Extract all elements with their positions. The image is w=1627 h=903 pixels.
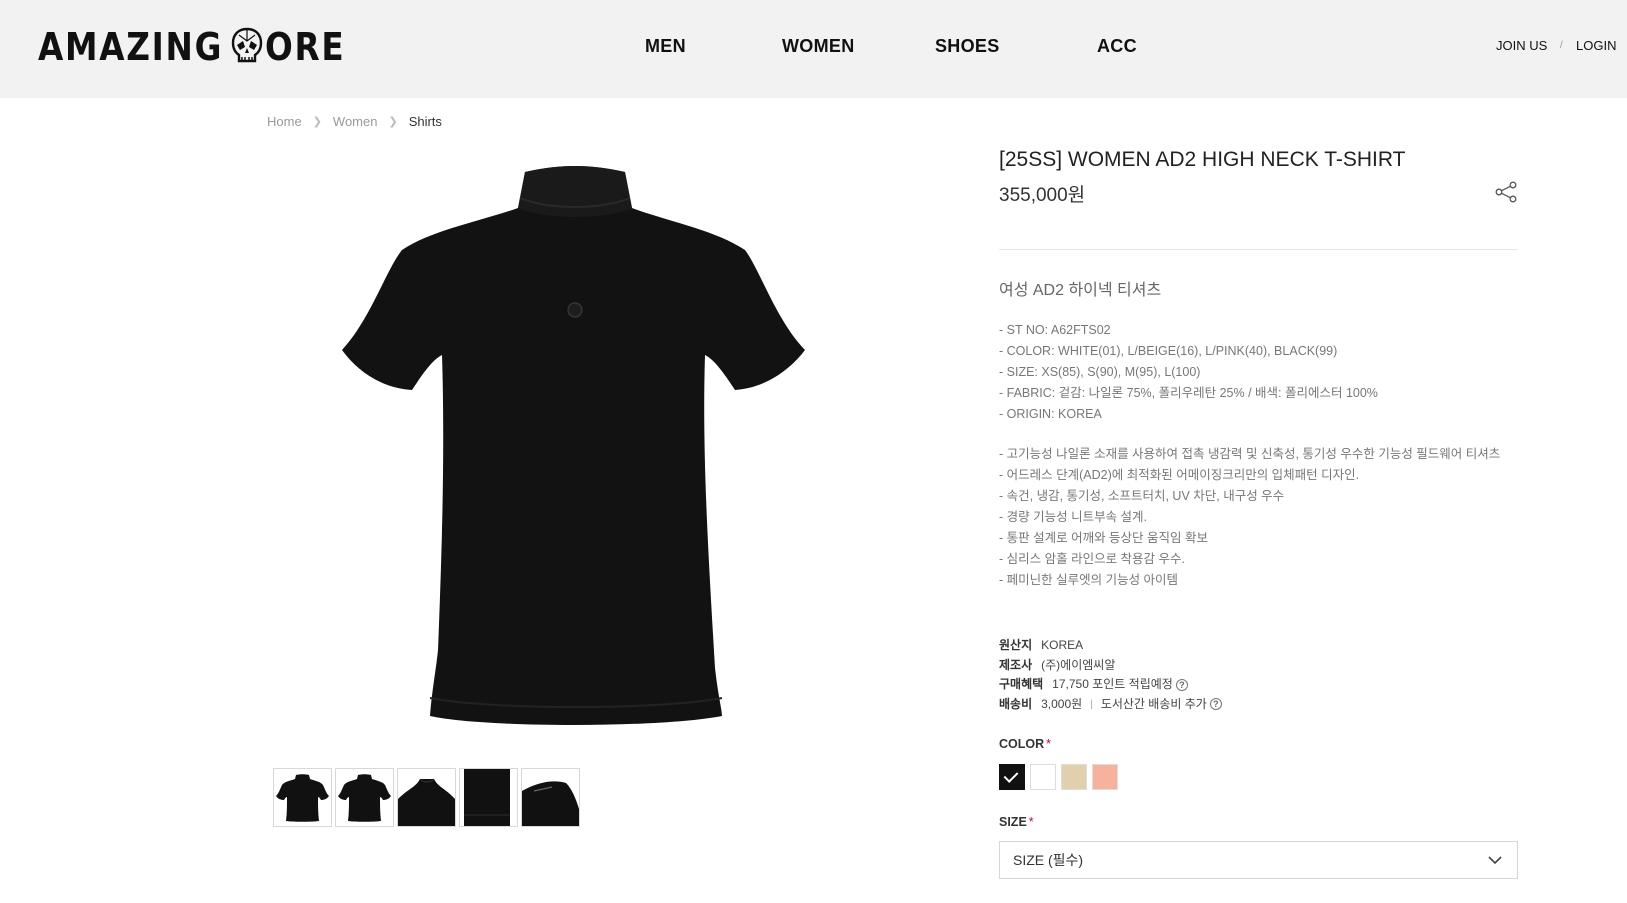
spec-line: - SIZE: XS(85), S(90), M(95), L(100) [999,365,1201,379]
breadcrumb-women[interactable]: Women [333,114,378,129]
join-us-link[interactable]: JOIN US [1496,38,1547,53]
nav-acc[interactable]: ACC [1097,36,1137,57]
shipping-value: 3,000원 [1041,696,1083,711]
logo-text-right: ORE [265,25,346,69]
thumbnail-strip [273,768,583,827]
spec-line: - ORIGIN: KOREA [999,407,1102,421]
product-price: 355,000원 [999,185,1086,206]
product-title: [25SS] WOMEN AD2 HIGH NECK T-SHIRT [999,148,1406,171]
chevron-down-icon [1488,856,1502,865]
login-link[interactable]: LOGIN [1576,38,1616,53]
shipping-extra: 도서산간 배송비 추가 [1100,696,1207,711]
site-header: AMAZING ORE MEN WOMEN SHOES ACC JOIN US … [0,0,1627,98]
product-subtitle-korean: 여성 AD2 하이넥 티셔츠 [999,282,1162,299]
thumbnail-sleeve-detail[interactable] [459,768,518,827]
color-label: COLOR [999,737,1045,751]
maker-value: (주)에이엠씨알 [1041,657,1116,672]
size-label: SIZE [999,815,1027,829]
description-line: - 경량 기능성 니트부속 설계. [999,510,1148,524]
meta-separator: | [1090,698,1093,710]
product-meta: 원산지 KOREA 제조사 (주)에이엠씨알 구매혜택 17,750 포인트 적… [999,636,1222,714]
benefit-value: 17,750 포인트 적립예정 [1052,677,1173,691]
color-swatch-white[interactable] [1030,764,1056,790]
color-swatch-pink[interactable] [1092,764,1118,790]
origin-value: KOREA [1041,638,1084,652]
maker-label: 제조사 [999,657,1033,672]
color-swatch-black[interactable] [999,764,1025,790]
meta-shipping: 배송비 3,000원 | 도서산간 배송비 추가 ? [999,695,1222,715]
nav-women[interactable]: WOMEN [782,36,855,57]
spec-line: - COLOR: WHITE(01), L/BEIGE(16), L/PINK(… [999,344,1338,358]
description-line: - 심리스 암홀 라인으로 착용감 우수. [999,552,1186,566]
shipping-label: 배송비 [999,696,1033,711]
help-icon[interactable]: ? [1209,698,1222,711]
color-swatch-beige[interactable] [1061,764,1087,790]
meta-benefit: 구매혜택 17,750 포인트 적립예정 ? [999,675,1222,695]
description-line: - 어드레스 단계(AD2)에 최적화된 어메이징크리만의 입체패턴 디자인. [999,468,1360,482]
product-description: - 고기능성 나일론 소재를 사용하여 접촉 냉감력 및 신축성, 통기성 우수… [999,444,1511,591]
thumbnail-shoulder-detail[interactable] [521,768,580,827]
site-logo[interactable]: AMAZING ORE [38,24,359,70]
info-divider [999,249,1517,250]
description-line: - 페미닌한 실루엣의 기능성 아이템 [999,573,1179,587]
check-icon [1003,768,1019,783]
breadcrumb-home[interactable]: Home [267,114,302,129]
breadcrumb: Home ❯ Women ❯ Shirts [267,114,442,129]
help-icon[interactable]: ? [1175,678,1188,691]
size-select[interactable]: SIZE (필수) [999,841,1518,879]
color-swatches [999,764,1123,790]
size-option-label: SIZE * [999,815,1034,829]
share-icon[interactable] [1494,180,1518,204]
required-mark: * [1028,815,1034,829]
meta-origin: 원산지 KOREA [999,636,1222,656]
nav-shoes[interactable]: SHOES [935,36,1000,57]
origin-label: 원산지 [999,638,1033,652]
description-line: - 고기능성 나일론 소재를 사용하여 접촉 냉감력 및 신축성, 통기성 우수… [999,447,1501,461]
skull-icon [232,27,263,63]
color-option-label: COLOR * [999,737,1051,751]
chevron-right-icon: ❯ [312,116,322,128]
description-line: - 통판 설계로 어깨와 등상단 움직임 확보 [999,531,1209,545]
thumbnail-front[interactable] [273,768,332,827]
description-line: - 속건, 냉감, 통기성, 소프트터치, UV 차단, 내구성 우수 [999,489,1285,503]
thumbnail-back[interactable] [335,768,394,827]
breadcrumb-current: Shirts [408,114,442,129]
product-specs: - ST NO: A62FTS02 - COLOR: WHITE(01), L/… [999,320,1378,425]
logo-text-left: AMAZING [38,25,224,69]
size-select-value: SIZE (필수) [1013,852,1084,868]
benefit-label: 구매혜택 [999,677,1044,691]
nav-men[interactable]: MEN [645,36,686,57]
meta-maker: 제조사 (주)에이엠씨알 [999,656,1222,676]
spec-line: - ST NO: A62FTS02 [999,323,1111,337]
header-separator: / [1560,40,1563,51]
thumbnail-neck-detail[interactable] [397,768,456,827]
spec-line: - FABRIC: 겉감: 나일론 75%, 폴리우레탄 25% / 배색: 폴… [999,386,1378,400]
chevron-right-icon: ❯ [388,116,398,128]
product-main-image [342,166,805,725]
required-mark: * [1046,737,1052,751]
